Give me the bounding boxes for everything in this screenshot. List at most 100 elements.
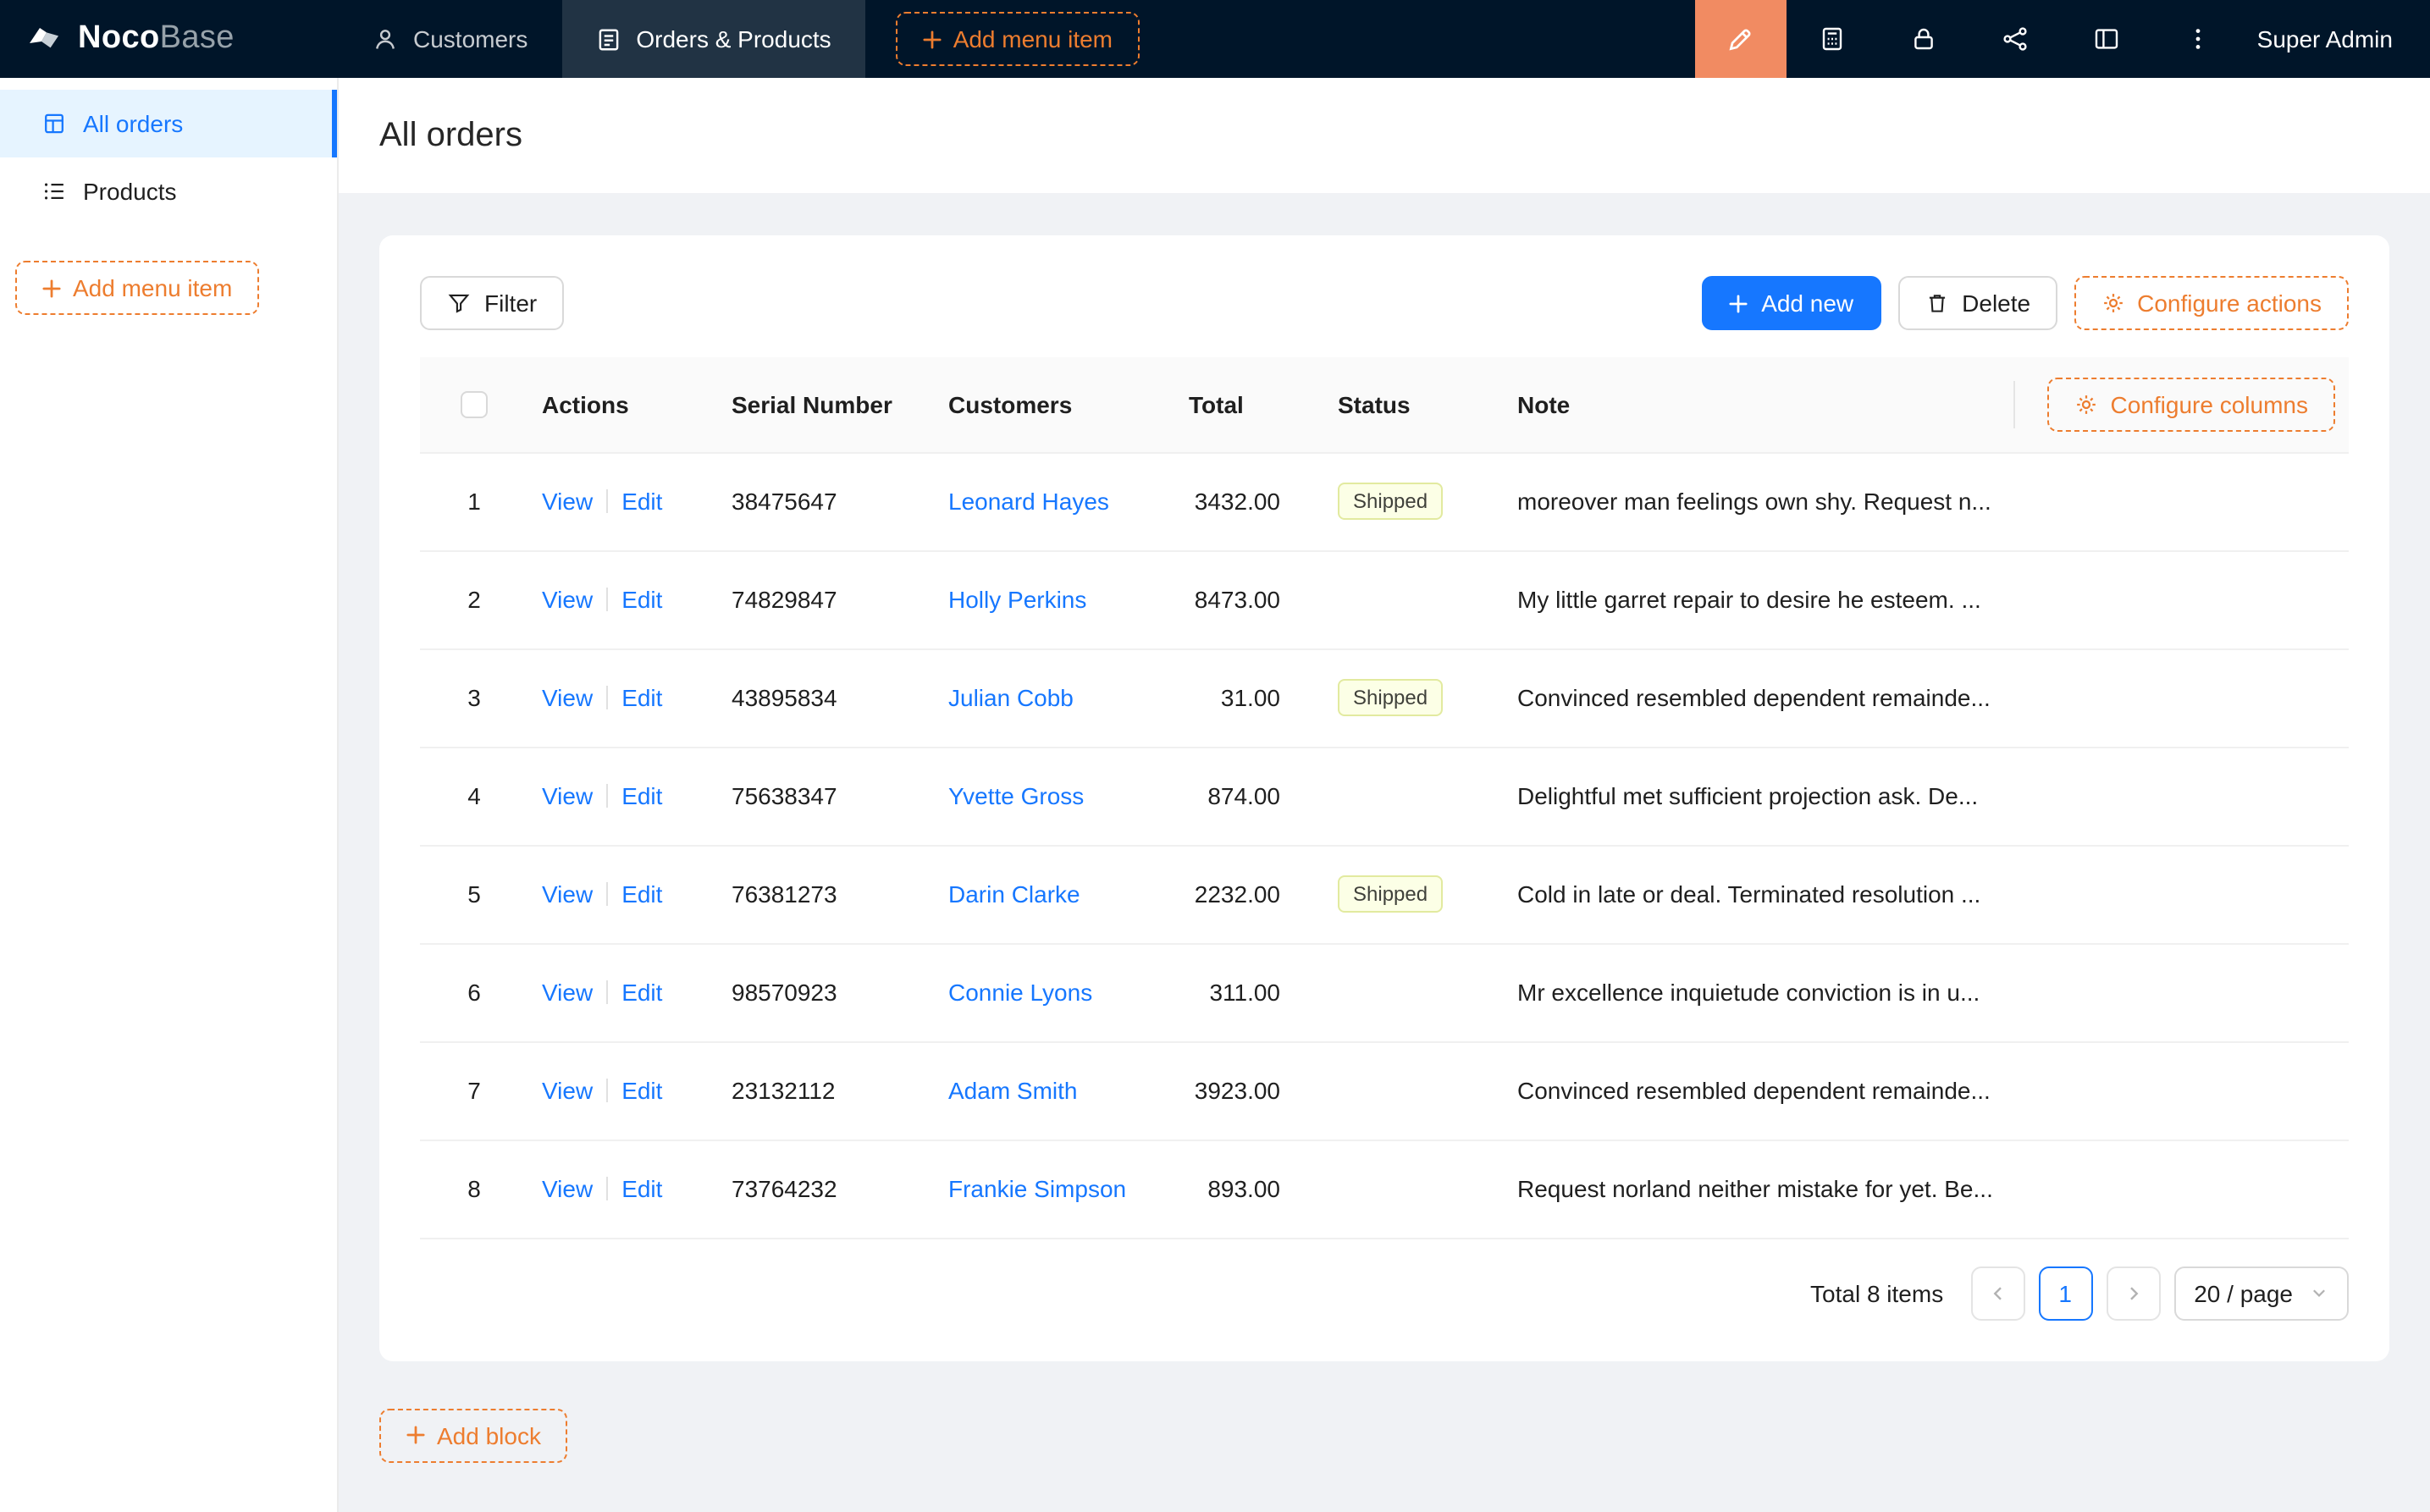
- gear-icon: [2101, 291, 2125, 315]
- filter-button[interactable]: Filter: [420, 276, 564, 330]
- customer-link[interactable]: Holly Perkins: [948, 586, 1086, 613]
- api-icon: [2002, 25, 2029, 52]
- note-cell: Delightful met sufficient projection ask…: [1504, 747, 2013, 845]
- api-button[interactable]: [1969, 0, 2061, 78]
- note-cell: Convinced resembled dependent remainde..…: [1504, 648, 2013, 747]
- table-row: 2 ViewEdit 74829847 Holly Perkins 8473.0…: [420, 550, 2349, 648]
- divider: [606, 489, 608, 513]
- sidebar-item-all-orders[interactable]: All orders: [0, 90, 337, 157]
- page-1-button[interactable]: 1: [2038, 1266, 2092, 1320]
- page-header: All orders: [339, 78, 2430, 193]
- customer-link[interactable]: Frankie Simpson: [948, 1175, 1126, 1202]
- ui-editor-button[interactable]: [1695, 0, 1787, 78]
- row-index-cell: 8: [420, 1140, 528, 1238]
- add-menu-item-header-button[interactable]: Add menu item: [896, 12, 1140, 66]
- more-icon: [2184, 25, 2212, 52]
- edit-link[interactable]: Edit: [621, 1175, 662, 1202]
- status-cell: [1324, 747, 1504, 845]
- serial-number-cell: 74829847: [718, 550, 935, 648]
- empty-cell: [2013, 943, 2349, 1041]
- select-all-checkbox[interactable]: [461, 392, 488, 419]
- user-menu[interactable]: Super Admin: [2244, 0, 2430, 78]
- customer-cell: Yvette Gross: [935, 747, 1175, 845]
- customer-cell: Julian Cobb: [935, 648, 1175, 747]
- table-header-row: Actions Serial Number Customers Total St…: [420, 357, 2349, 452]
- row-index-cell: 4: [420, 747, 528, 845]
- logo[interactable]: NocoBase: [0, 0, 339, 78]
- status-cell: Shipped: [1324, 452, 1504, 550]
- empty-cell: [2013, 452, 2349, 550]
- chevron-right-icon: [2123, 1283, 2143, 1303]
- serial-number-cell: 75638347: [718, 747, 935, 845]
- edit-link[interactable]: Edit: [621, 1077, 662, 1104]
- customers-icon: [373, 26, 398, 52]
- configure-columns-button[interactable]: Configure columns: [2048, 378, 2335, 432]
- note-cell: Mr excellence inquietude conviction is i…: [1504, 943, 2013, 1041]
- calculator-button[interactable]: [1787, 0, 1878, 78]
- status-cell: [1324, 1041, 1504, 1140]
- customer-cell: Adam Smith: [935, 1041, 1175, 1140]
- divider: [606, 588, 608, 611]
- edit-link[interactable]: Edit: [621, 979, 662, 1006]
- view-link[interactable]: View: [542, 1175, 593, 1202]
- column-header-total: Total: [1175, 357, 1324, 452]
- row-actions-cell: View Edit: [528, 648, 718, 747]
- row-actions-cell: View Edit: [528, 1140, 718, 1238]
- view-link[interactable]: View: [542, 1077, 593, 1104]
- divider: [606, 686, 608, 709]
- products-icon: [42, 179, 66, 203]
- table-row: 1 ViewEdit 38475647 Leonard Hayes 3432.0…: [420, 452, 2349, 550]
- layout-button[interactable]: [2061, 0, 2152, 78]
- row-index-cell: 5: [420, 845, 528, 943]
- row-index-cell: 3: [420, 648, 528, 747]
- calculator-icon: [1819, 25, 1846, 52]
- total-cell: 3432.00: [1175, 452, 1324, 550]
- edit-link[interactable]: Edit: [621, 586, 662, 613]
- add-menu-item-sidebar-button[interactable]: Add menu item: [15, 261, 259, 315]
- pagination: Total 8 items 1: [420, 1266, 2349, 1320]
- lock-button[interactable]: [1878, 0, 1969, 78]
- configure-actions-button[interactable]: Configure actions: [2074, 276, 2349, 330]
- delete-button[interactable]: Delete: [1897, 276, 2057, 330]
- view-link[interactable]: View: [542, 586, 593, 613]
- prev-page-button[interactable]: [1970, 1266, 2024, 1320]
- edit-link[interactable]: Edit: [621, 782, 662, 809]
- more-button[interactable]: [2152, 0, 2244, 78]
- next-page-button[interactable]: [2106, 1266, 2160, 1320]
- note-cell: Convinced resembled dependent remainde..…: [1504, 1041, 2013, 1140]
- empty-cell: [2013, 1140, 2349, 1238]
- total-cell: 8473.00: [1175, 550, 1324, 648]
- column-header-customers: Customers: [935, 357, 1175, 452]
- edit-link[interactable]: Edit: [621, 684, 662, 711]
- view-link[interactable]: View: [542, 488, 593, 515]
- add-new-button[interactable]: Add new: [1702, 276, 1880, 330]
- customer-link[interactable]: Yvette Gross: [948, 782, 1084, 809]
- filter-icon: [447, 291, 471, 315]
- add-block-button[interactable]: Add block: [379, 1408, 568, 1462]
- view-link[interactable]: View: [542, 782, 593, 809]
- view-link[interactable]: View: [542, 880, 593, 908]
- edit-link[interactable]: Edit: [621, 880, 662, 908]
- table-row: 4 ViewEdit 75638347 Yvette Gross 874.00 …: [420, 747, 2349, 845]
- view-link[interactable]: View: [542, 979, 593, 1006]
- total-cell: 893.00: [1175, 1140, 1324, 1238]
- nav-tab-customers[interactable]: Customers: [339, 0, 561, 78]
- customer-link[interactable]: Adam Smith: [948, 1077, 1078, 1104]
- lock-icon: [1910, 25, 1937, 52]
- row-actions-cell: View Edit: [528, 943, 718, 1041]
- column-header-serial-number: Serial Number: [718, 357, 935, 452]
- page-size-select[interactable]: 20 / page: [2173, 1266, 2349, 1320]
- customer-link[interactable]: Julian Cobb: [948, 684, 1074, 711]
- edit-link[interactable]: Edit: [621, 488, 662, 515]
- table-row: 5 ViewEdit 76381273 Darin Clarke 2232.00…: [420, 845, 2349, 943]
- table-row: 6 ViewEdit 98570923 Connie Lyons 311.00 …: [420, 943, 2349, 1041]
- customer-link[interactable]: Darin Clarke: [948, 880, 1080, 908]
- divider: [606, 1177, 608, 1200]
- nav-tab-orders-products[interactable]: Orders & Products: [561, 0, 864, 78]
- customer-link[interactable]: Leonard Hayes: [948, 488, 1109, 515]
- layout: All orders Products Add menu item: [0, 78, 2430, 1512]
- view-link[interactable]: View: [542, 684, 593, 711]
- sidebar-item-products[interactable]: Products: [0, 157, 337, 225]
- status-tag: Shipped: [1338, 483, 1443, 520]
- customer-link[interactable]: Connie Lyons: [948, 979, 1092, 1006]
